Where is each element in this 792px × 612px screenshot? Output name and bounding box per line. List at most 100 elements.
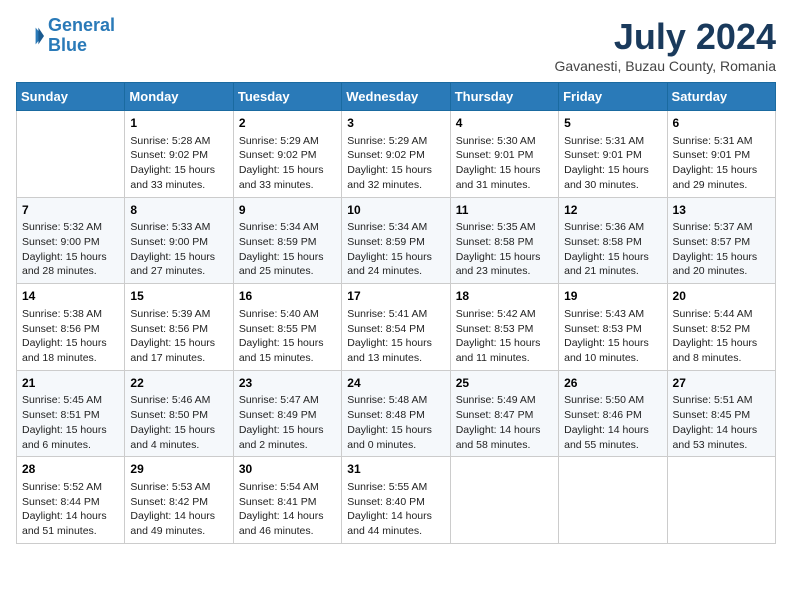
cell-text: Sunrise: 5:32 AM <box>22 220 119 235</box>
cell-text: Daylight: 15 hours <box>239 336 336 351</box>
calendar-cell: 9Sunrise: 5:34 AMSunset: 8:59 PMDaylight… <box>233 197 341 284</box>
cell-text: and 18 minutes. <box>22 351 119 366</box>
cell-text: and 11 minutes. <box>456 351 553 366</box>
cell-text: Sunrise: 5:44 AM <box>673 307 770 322</box>
day-number: 15 <box>130 288 227 305</box>
calendar-table: SundayMondayTuesdayWednesdayThursdayFrid… <box>16 82 776 544</box>
cell-text: Daylight: 15 hours <box>239 250 336 265</box>
day-number: 7 <box>22 202 119 219</box>
cell-text: Sunset: 8:54 PM <box>347 322 444 337</box>
cell-text: and 21 minutes. <box>564 264 661 279</box>
day-number: 19 <box>564 288 661 305</box>
cell-text: Sunrise: 5:34 AM <box>347 220 444 235</box>
day-number: 9 <box>239 202 336 219</box>
cell-text: Daylight: 14 hours <box>456 423 553 438</box>
cell-text: Sunset: 8:51 PM <box>22 408 119 423</box>
day-number: 4 <box>456 115 553 132</box>
calendar-week-4: 21Sunrise: 5:45 AMSunset: 8:51 PMDayligh… <box>17 370 776 457</box>
cell-text: Sunrise: 5:39 AM <box>130 307 227 322</box>
cell-text: Sunset: 8:42 PM <box>130 495 227 510</box>
calendar-cell: 18Sunrise: 5:42 AMSunset: 8:53 PMDayligh… <box>450 284 558 371</box>
calendar-cell <box>667 457 775 544</box>
calendar-cell: 15Sunrise: 5:39 AMSunset: 8:56 PMDayligh… <box>125 284 233 371</box>
cell-text: Sunrise: 5:51 AM <box>673 393 770 408</box>
cell-text: Sunrise: 5:40 AM <box>239 307 336 322</box>
cell-text: Sunset: 9:02 PM <box>130 148 227 163</box>
title-block: July 2024 Gavanesti, Buzau County, Roman… <box>554 16 776 74</box>
weekday-thursday: Thursday <box>450 83 558 111</box>
cell-text: Daylight: 15 hours <box>130 423 227 438</box>
cell-text: Sunrise: 5:30 AM <box>456 134 553 149</box>
day-number: 30 <box>239 461 336 478</box>
weekday-friday: Friday <box>559 83 667 111</box>
cell-text: Sunset: 8:47 PM <box>456 408 553 423</box>
day-number: 18 <box>456 288 553 305</box>
cell-text: and 51 minutes. <box>22 524 119 539</box>
cell-text: Sunset: 8:45 PM <box>673 408 770 423</box>
cell-text: Sunset: 9:01 PM <box>456 148 553 163</box>
cell-text: and 15 minutes. <box>239 351 336 366</box>
day-number: 3 <box>347 115 444 132</box>
cell-text: Sunrise: 5:33 AM <box>130 220 227 235</box>
cell-text: and 49 minutes. <box>130 524 227 539</box>
calendar-cell: 27Sunrise: 5:51 AMSunset: 8:45 PMDayligh… <box>667 370 775 457</box>
calendar-cell: 3Sunrise: 5:29 AMSunset: 9:02 PMDaylight… <box>342 111 450 198</box>
cell-text: Sunrise: 5:52 AM <box>22 480 119 495</box>
cell-text: Sunrise: 5:34 AM <box>239 220 336 235</box>
calendar-week-3: 14Sunrise: 5:38 AMSunset: 8:56 PMDayligh… <box>17 284 776 371</box>
weekday-tuesday: Tuesday <box>233 83 341 111</box>
calendar-cell: 1Sunrise: 5:28 AMSunset: 9:02 PMDaylight… <box>125 111 233 198</box>
cell-text: Sunrise: 5:35 AM <box>456 220 553 235</box>
cell-text: Sunset: 8:57 PM <box>673 235 770 250</box>
month-title: July 2024 <box>554 16 776 58</box>
cell-text: Daylight: 15 hours <box>564 250 661 265</box>
calendar-cell: 7Sunrise: 5:32 AMSunset: 9:00 PMDaylight… <box>17 197 125 284</box>
cell-text: Sunrise: 5:29 AM <box>239 134 336 149</box>
cell-text: and 2 minutes. <box>239 438 336 453</box>
cell-text: Sunset: 9:00 PM <box>130 235 227 250</box>
day-number: 25 <box>456 375 553 392</box>
calendar-cell: 5Sunrise: 5:31 AMSunset: 9:01 PMDaylight… <box>559 111 667 198</box>
cell-text: Sunset: 8:40 PM <box>347 495 444 510</box>
location-subtitle: Gavanesti, Buzau County, Romania <box>554 58 776 74</box>
calendar-cell: 12Sunrise: 5:36 AMSunset: 8:58 PMDayligh… <box>559 197 667 284</box>
cell-text: Daylight: 15 hours <box>347 423 444 438</box>
calendar-week-5: 28Sunrise: 5:52 AMSunset: 8:44 PMDayligh… <box>17 457 776 544</box>
weekday-saturday: Saturday <box>667 83 775 111</box>
cell-text: Daylight: 15 hours <box>456 250 553 265</box>
cell-text: Sunset: 8:58 PM <box>564 235 661 250</box>
calendar-cell: 6Sunrise: 5:31 AMSunset: 9:01 PMDaylight… <box>667 111 775 198</box>
cell-text: Sunrise: 5:43 AM <box>564 307 661 322</box>
cell-text: Sunrise: 5:37 AM <box>673 220 770 235</box>
cell-text: Daylight: 15 hours <box>130 250 227 265</box>
cell-text: Sunset: 8:48 PM <box>347 408 444 423</box>
cell-text: and 27 minutes. <box>130 264 227 279</box>
cell-text: Sunset: 8:41 PM <box>239 495 336 510</box>
cell-text: Daylight: 15 hours <box>673 163 770 178</box>
cell-text: Daylight: 14 hours <box>130 509 227 524</box>
cell-text: Sunset: 8:56 PM <box>22 322 119 337</box>
cell-text: Daylight: 15 hours <box>347 336 444 351</box>
cell-text: Sunrise: 5:42 AM <box>456 307 553 322</box>
day-number: 21 <box>22 375 119 392</box>
cell-text: Sunset: 8:59 PM <box>239 235 336 250</box>
cell-text: Sunrise: 5:31 AM <box>673 134 770 149</box>
calendar-cell: 17Sunrise: 5:41 AMSunset: 8:54 PMDayligh… <box>342 284 450 371</box>
calendar-week-2: 7Sunrise: 5:32 AMSunset: 9:00 PMDaylight… <box>17 197 776 284</box>
weekday-sunday: Sunday <box>17 83 125 111</box>
cell-text: Sunset: 8:50 PM <box>130 408 227 423</box>
day-number: 29 <box>130 461 227 478</box>
calendar-body: 1Sunrise: 5:28 AMSunset: 9:02 PMDaylight… <box>17 111 776 544</box>
day-number: 28 <box>22 461 119 478</box>
cell-text: and 55 minutes. <box>564 438 661 453</box>
cell-text: Sunrise: 5:54 AM <box>239 480 336 495</box>
cell-text: and 33 minutes. <box>130 178 227 193</box>
day-number: 2 <box>239 115 336 132</box>
weekday-monday: Monday <box>125 83 233 111</box>
calendar-cell: 28Sunrise: 5:52 AMSunset: 8:44 PMDayligh… <box>17 457 125 544</box>
cell-text: and 28 minutes. <box>22 264 119 279</box>
day-number: 23 <box>239 375 336 392</box>
calendar-cell: 11Sunrise: 5:35 AMSunset: 8:58 PMDayligh… <box>450 197 558 284</box>
cell-text: Sunset: 9:01 PM <box>673 148 770 163</box>
cell-text: Sunset: 9:01 PM <box>564 148 661 163</box>
